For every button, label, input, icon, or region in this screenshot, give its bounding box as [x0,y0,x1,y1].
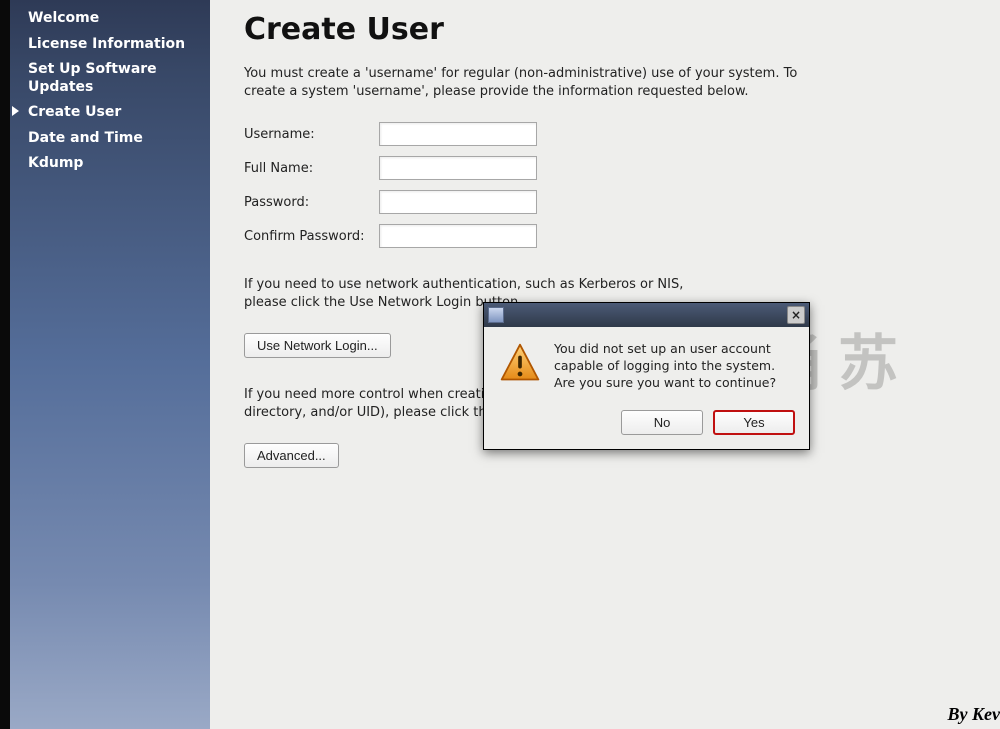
dialog-app-icon [488,307,504,323]
intro-text: You must create a 'username' for regular… [244,65,804,100]
sidebar-item-label: Date and Time [28,130,143,148]
use-network-login-button[interactable]: Use Network Login... [244,333,391,358]
sidebar-item-label: Welcome [28,10,99,28]
fullname-label: Full Name: [244,161,379,176]
byline: By Kev [948,704,1000,725]
confirm-password-label: Confirm Password: [244,229,379,244]
sidebar-item-welcome[interactable]: Welcome [0,6,210,32]
fullname-input[interactable] [379,156,537,180]
username-label: Username: [244,127,379,142]
sidebar-item-kdump[interactable]: Kdump [0,151,210,177]
password-label: Password: [244,195,379,210]
dialog-titlebar[interactable]: × [484,303,809,327]
confirmation-dialog: × You did not set up an user account cap [483,302,810,450]
sidebar-item-datetime[interactable]: Date and Time [0,126,210,152]
dialog-message: You did not set up an user account capab… [554,341,795,392]
sidebar-item-label: Set Up Software Updates [28,61,200,96]
confirm-password-input[interactable] [379,224,537,248]
sidebar-item-license[interactable]: License Information [0,32,210,58]
password-input[interactable] [379,190,537,214]
yes-button[interactable]: Yes [713,410,795,435]
close-icon[interactable]: × [787,306,805,324]
page-title: Create User [244,12,804,47]
username-input[interactable] [379,122,537,146]
sidebar-item-create-user[interactable]: Create User [0,100,210,126]
sidebar-item-label: Create User [28,104,121,122]
sidebar-item-label: License Information [28,36,185,54]
warning-icon [498,341,542,385]
no-button[interactable]: No [621,410,703,435]
sidebar-item-updates[interactable]: Set Up Software Updates [0,57,210,100]
advanced-button[interactable]: Advanced... [244,443,339,468]
sidebar-item-label: Kdump [28,155,83,173]
sidebar: Welcome License Information Set Up Softw… [0,0,210,729]
